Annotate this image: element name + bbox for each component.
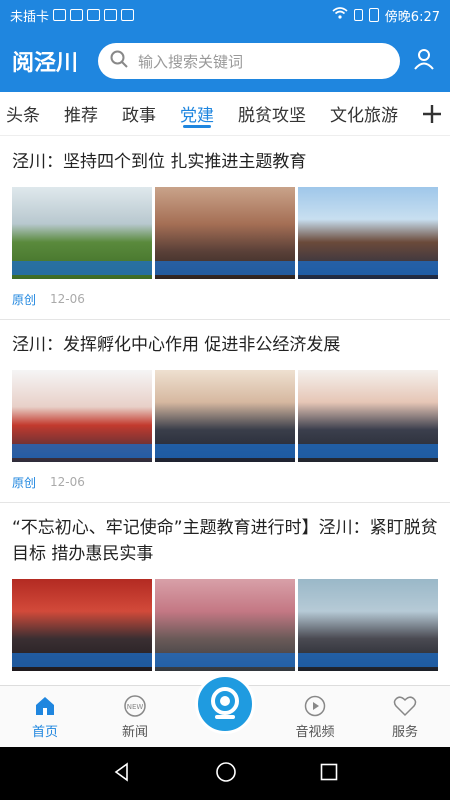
- status-bar: 未插卡 傍晚6:27: [0, 0, 450, 30]
- carrier-text: 未插卡: [10, 9, 50, 25]
- heart-icon: [393, 694, 417, 718]
- heart-monitor-icon: [53, 9, 67, 21]
- article-date: 12-06: [50, 292, 85, 306]
- tab-politics[interactable]: 政事: [110, 92, 168, 135]
- wifi-icon: [332, 7, 348, 23]
- camera-lens-icon: [211, 687, 239, 719]
- nav-home-label: 首页: [31, 724, 58, 740]
- tiktok-icon: [87, 9, 101, 21]
- article-item[interactable]: 泾川：坚持四个到位 扎实推进主题教育 原创 12-06: [0, 137, 450, 320]
- nav-home[interactable]: 首页: [0, 686, 90, 747]
- article-item[interactable]: “不忘初心、牢记使命”主题教育进行时】泾川：紧盯脱贫目标 措办惠民实事: [0, 503, 450, 671]
- search-icon: [110, 50, 128, 72]
- article-thumbnail: [155, 370, 295, 462]
- home-circle-icon[interactable]: [215, 761, 237, 787]
- article-thumbnail: [155, 187, 295, 279]
- nav-news-label: 新闻: [121, 724, 148, 740]
- nav-av-label: 音视频: [295, 724, 335, 740]
- nav-audio-video[interactable]: 音视频: [270, 686, 360, 747]
- sim-icon: [353, 9, 363, 21]
- bottom-navigation: 首页 NEW 新闻 音视频 服务: [0, 674, 450, 747]
- tab-culture-tourism[interactable]: 文化旅游: [318, 92, 410, 135]
- health-icon: [104, 9, 118, 21]
- battery-icon: [368, 8, 379, 22]
- phone-icon: [121, 9, 135, 21]
- article-thumbnail: [298, 579, 438, 671]
- tab-recommend[interactable]: 推荐: [52, 92, 110, 135]
- category-tabs: 头条 推荐 政事 党建 脱贫攻坚 文化旅游: [0, 92, 450, 136]
- nav-service-label: 服务: [391, 724, 418, 740]
- play-icon: [303, 694, 327, 718]
- article-thumbnail: [298, 187, 438, 279]
- article-title: 泾川：坚持四个到位 扎实推进主题教育: [12, 152, 307, 172]
- user-button[interactable]: [410, 47, 438, 75]
- nav-news[interactable]: NEW 新闻: [90, 686, 180, 747]
- app-header: 阅泾川 输入搜索关键词: [0, 30, 450, 92]
- home-icon: [33, 694, 57, 718]
- original-badge: 原创: [12, 475, 37, 490]
- tab-headlines[interactable]: 头条: [0, 92, 52, 135]
- center-action-button[interactable]: [180, 674, 270, 747]
- article-thumbnail: [12, 370, 152, 462]
- add-tab-button[interactable]: [414, 92, 450, 135]
- news-icon: NEW: [123, 694, 147, 718]
- nav-service[interactable]: 服务: [360, 686, 450, 747]
- svg-text:NEW: NEW: [127, 703, 144, 711]
- status-time: 傍晚6:27: [384, 9, 440, 25]
- search-input[interactable]: 输入搜索关键词: [98, 43, 400, 79]
- person-icon: [70, 9, 84, 21]
- tab-poverty-alleviation[interactable]: 脱贫攻坚: [226, 92, 318, 135]
- article-title: “不忘初心、牢记使命”主题教育进行时】泾川：紧盯脱贫目标 措办惠民实事: [12, 518, 438, 564]
- article-title: 泾川：发挥孵化中心作用 促进非公经济发展: [12, 335, 341, 355]
- news-feed: 泾川：坚持四个到位 扎实推进主题教育 原创 12-06 泾川：发挥孵化中心作用 …: [0, 137, 450, 685]
- search-placeholder: 输入搜索关键词: [138, 52, 244, 71]
- recents-icon[interactable]: [320, 763, 338, 785]
- user-icon: [413, 48, 435, 74]
- back-icon[interactable]: [112, 761, 132, 786]
- original-badge: 原创: [12, 292, 37, 307]
- article-thumbnail: [298, 370, 438, 462]
- article-thumbnail: [12, 187, 152, 279]
- article-thumbnail: [155, 579, 295, 671]
- system-navigation-bar: [0, 747, 450, 800]
- app-logo: 阅泾川: [12, 50, 79, 76]
- tab-party-building[interactable]: 党建: [168, 92, 226, 135]
- article-item[interactable]: 泾川：发挥孵化中心作用 促进非公经济发展 原创 12-06: [0, 320, 450, 503]
- article-thumbnail: [12, 579, 152, 671]
- article-date: 12-06: [50, 475, 85, 489]
- plus-icon: [423, 105, 441, 123]
